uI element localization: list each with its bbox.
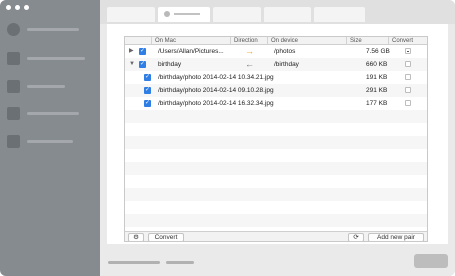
sidebar-item[interactable] <box>7 80 65 93</box>
disclosure-expanded-icon[interactable]: ▼ <box>129 58 135 71</box>
device-path: /photos <box>274 48 296 55</box>
size-value: 177 KB <box>366 100 388 107</box>
tab-icon <box>164 11 170 17</box>
mac-path: birthday <box>158 61 182 68</box>
sync-pairs-table: On Mac Direction On device Size Convert … <box>124 36 428 242</box>
refresh-button[interactable]: ⟳ <box>348 233 364 241</box>
empty-row <box>125 149 427 162</box>
sidebar-item-icon <box>7 52 20 65</box>
sidebar-item-icon <box>7 135 20 148</box>
size-value: 7.56 GB <box>366 48 390 55</box>
tab-active[interactable] <box>158 7 210 22</box>
tab-bar <box>100 0 455 24</box>
table-row[interactable]: ✓ /birthday/photo 2014-02-14 10.34.21.jp… <box>125 71 427 84</box>
tab[interactable] <box>107 7 155 22</box>
footer-placeholder <box>166 261 194 264</box>
sidebar-item[interactable] <box>7 107 79 120</box>
convert-checkbox[interactable] <box>405 87 411 93</box>
empty-row <box>125 188 427 201</box>
file-path: /birthday/photo 2014-02-14 09.10.28.jpg <box>158 87 274 94</box>
disclosure-collapsed-icon[interactable]: ▶ <box>129 45 134 58</box>
add-new-pair-button[interactable]: Add new pair <box>368 233 424 241</box>
include-checkbox[interactable]: ✓ <box>139 48 146 55</box>
sidebar-item-icon <box>7 107 20 120</box>
gear-icon: ⚙ <box>133 234 139 241</box>
table-header: On Mac Direction On device Size Convert <box>125 37 427 45</box>
sidebar-item[interactable] <box>7 135 73 148</box>
tab[interactable] <box>213 7 261 22</box>
tab[interactable] <box>264 7 311 22</box>
convert-checkbox[interactable] <box>405 61 411 67</box>
table-row[interactable]: ✓ /birthday/photo 2014-02-14 09.10.28.jp… <box>125 84 427 97</box>
size-value: 291 KB <box>366 87 388 94</box>
sidebar-item[interactable] <box>7 52 85 65</box>
include-checkbox[interactable]: ✓ <box>144 87 151 94</box>
sidebar-item-placeholder <box>27 28 79 31</box>
empty-row <box>125 110 427 123</box>
sidebar-item-placeholder <box>27 112 79 115</box>
sync-panel: On Mac Direction On device Size Convert … <box>107 24 448 244</box>
mac-path: /Users/Allan/Pictures... <box>158 48 224 55</box>
empty-row <box>125 162 427 175</box>
empty-row <box>125 214 427 227</box>
zoom-window-dot[interactable] <box>24 5 29 10</box>
convert-checkbox[interactable] <box>405 48 411 54</box>
sidebar-item-placeholder <box>27 85 65 88</box>
convert-button[interactable]: Convert <box>148 233 184 241</box>
empty-row <box>125 201 427 214</box>
column-header-on-device[interactable]: On device <box>267 37 346 45</box>
sidebar-item-icon <box>7 80 20 93</box>
include-checkbox[interactable]: ✓ <box>139 61 146 68</box>
column-header-size[interactable]: Size <box>346 37 388 45</box>
column-header-convert[interactable]: Convert <box>388 37 427 45</box>
table-toolbar: ⚙ Convert ⟳ Add new pair <box>125 231 427 241</box>
table-row[interactable]: ▼ ✓ birthday ← /birthday 660 KB <box>125 58 427 71</box>
include-checkbox[interactable]: ✓ <box>144 74 151 81</box>
arrow-left-icon[interactable]: ← <box>245 58 254 71</box>
file-path: /birthday/photo 2014-02-14 16.32.34.jpg <box>158 100 274 107</box>
device-path: /birthday <box>274 61 299 68</box>
app-window: On Mac Direction On device Size Convert … <box>0 0 455 276</box>
column-header-direction[interactable]: Direction <box>230 37 267 45</box>
file-path: /birthday/photo 2014-02-14 10.34.21.jpg <box>158 74 274 81</box>
include-checkbox[interactable]: ✓ <box>144 100 151 107</box>
sidebar <box>0 0 100 276</box>
column-header-on-mac[interactable]: On Mac <box>151 37 230 45</box>
footer-placeholder <box>108 261 160 264</box>
minimize-window-dot[interactable] <box>15 5 20 10</box>
size-value: 191 KB <box>366 74 388 81</box>
arrow-right-icon[interactable]: → <box>245 45 254 58</box>
tab[interactable] <box>314 7 365 22</box>
sidebar-device-item[interactable] <box>7 23 79 36</box>
convert-checkbox[interactable] <box>405 74 411 80</box>
table-row[interactable]: ▶ ✓ /Users/Allan/Pictures... → /photos 7… <box>125 45 427 58</box>
sidebar-item-placeholder <box>27 57 85 60</box>
empty-row <box>125 175 427 188</box>
close-window-dot[interactable] <box>6 5 11 10</box>
device-avatar <box>7 23 20 36</box>
window-controls <box>6 5 29 10</box>
settings-button[interactable]: ⚙ <box>128 233 144 241</box>
tab-label-placeholder <box>174 13 200 15</box>
convert-checkbox[interactable] <box>405 100 411 106</box>
main-content: On Mac Direction On device Size Convert … <box>100 0 455 276</box>
empty-row <box>125 136 427 149</box>
table-row[interactable]: ✓ /birthday/photo 2014-02-14 16.32.34.jp… <box>125 97 427 110</box>
footer-action-button[interactable] <box>414 254 448 268</box>
empty-row <box>125 123 427 136</box>
refresh-icon: ⟳ <box>353 234 359 241</box>
sidebar-item-placeholder <box>27 140 73 143</box>
size-value: 660 KB <box>366 61 388 68</box>
